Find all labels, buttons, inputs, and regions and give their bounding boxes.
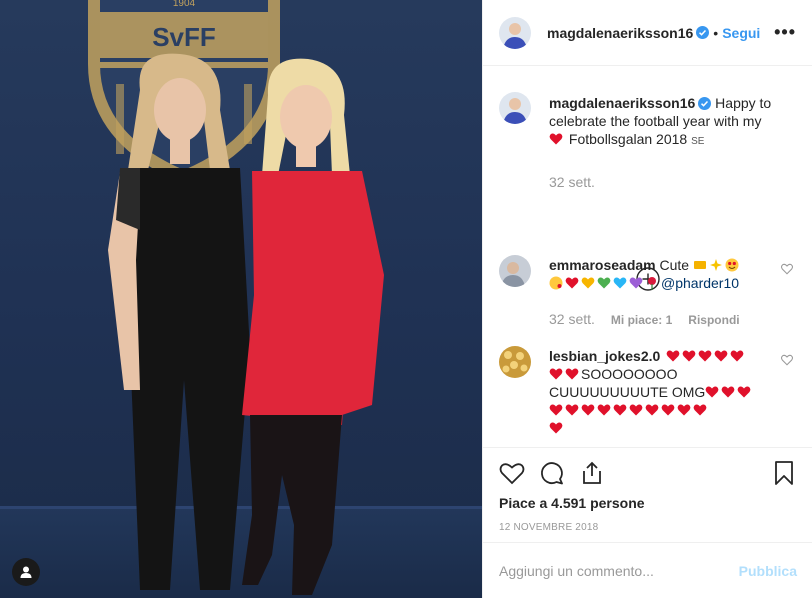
person-right — [242, 58, 384, 595]
rose-emoji-icon — [648, 277, 656, 290]
action-icons — [499, 448, 797, 498]
red-heart-icon — [629, 404, 643, 416]
tag-people-button[interactable] — [12, 558, 40, 586]
comment-avatar[interactable] — [499, 255, 531, 287]
red-heart-icon — [714, 350, 728, 362]
caption: magdalenaeriksson16 Happy to celebrate t… — [499, 92, 797, 191]
post-header: magdalenaeriksson16 • Segui ••• — [483, 0, 812, 66]
kiss-emoji-icon — [549, 276, 563, 290]
comment-item: emmaroseadam Cute @pharder10 32 sett. Mi … — [499, 255, 797, 329]
red-heart-icon — [565, 404, 579, 416]
avatar[interactable] — [499, 16, 531, 49]
verified-badge-icon — [696, 26, 710, 39]
red-heart-icon — [565, 368, 579, 380]
comment-avatar[interactable] — [499, 346, 531, 378]
red-heart-icon — [597, 404, 611, 416]
header-username[interactable]: magdalenaeriksson16 — [547, 25, 693, 41]
red-heart-icon — [549, 133, 563, 145]
purple-heart-icon — [629, 277, 643, 289]
caption-avatar-image — [499, 92, 531, 124]
comment-avatar-image — [499, 346, 531, 378]
sparkle-emoji-icon — [709, 259, 722, 271]
comments-list[interactable]: magdalenaeriksson16 Happy to celebrate t… — [483, 67, 812, 447]
red-heart-icon — [581, 404, 595, 416]
red-heart-icon — [677, 404, 691, 416]
post-photo[interactable]: 1904 SvFF — [0, 0, 482, 598]
red-heart-icon — [666, 350, 680, 362]
heart-row-4 — [549, 402, 709, 418]
sweden-flag-icon: SE — [691, 136, 705, 147]
post-actions: Piace a 4.591 persone 12 NOVEMBRE 2018 — [483, 447, 812, 533]
caption-time[interactable]: 32 sett. — [549, 173, 777, 191]
header-separator: • — [713, 24, 719, 41]
more-options-icon[interactable]: ••• — [774, 22, 796, 43]
comment-text: SOOOOOOOO — [581, 366, 678, 382]
like-heart-icon[interactable] — [499, 460, 525, 486]
red-heart-icon — [549, 368, 563, 380]
red-heart-icon — [730, 350, 744, 362]
like-comment-icon[interactable] — [781, 263, 793, 275]
red-heart-icon — [698, 350, 712, 362]
comment-time[interactable]: 32 sett. — [549, 311, 595, 327]
red-heart-icon — [705, 386, 719, 398]
comment-avatar-image — [499, 255, 531, 287]
follow-button[interactable]: Segui — [722, 25, 760, 41]
crest-text: SvFF — [152, 22, 216, 52]
red-heart-icon — [661, 404, 675, 416]
comment-username[interactable]: lesbian_jokes2.0 — [549, 348, 660, 364]
heart-row-1 — [666, 348, 746, 364]
red-heart-icon — [549, 422, 563, 434]
bookmark-save-icon[interactable] — [771, 460, 797, 486]
comment-likes[interactable]: Mi piace: 1 — [611, 313, 672, 327]
comment-text: Cute — [655, 257, 693, 273]
like-comment-icon[interactable] — [781, 354, 793, 366]
broken-heart-icon — [565, 277, 579, 289]
comment-text-2: CUUUUUUUUUTE OMG — [549, 384, 706, 400]
caption-text-end: Fotbollsgalan 2018 — [565, 131, 692, 147]
red-heart-icon — [737, 386, 751, 398]
red-heart-icon — [645, 404, 659, 416]
add-comment-bar: Pubblica — [483, 542, 812, 598]
heart-eyes-emoji-icon — [725, 258, 739, 272]
red-heart-icon — [693, 404, 707, 416]
post-date[interactable]: 12 NOVEMBRE 2018 — [499, 522, 797, 533]
red-heart-icon — [721, 386, 735, 398]
verified-badge-icon — [698, 97, 712, 110]
crest-year: 1904 — [173, 0, 196, 9]
reply-button[interactable]: Rispondi — [688, 313, 739, 327]
avatar-image — [499, 16, 531, 49]
publish-button[interactable]: Pubblica — [739, 563, 797, 579]
likes-count[interactable]: Piace a 4.591 persone — [499, 495, 797, 511]
comment-input[interactable] — [499, 562, 739, 579]
caption-avatar[interactable] — [499, 92, 531, 124]
yellow-heart-icon — [581, 277, 595, 289]
ticket-emoji-icon — [693, 261, 706, 269]
comment-bubble-icon[interactable] — [539, 460, 565, 486]
green-heart-icon — [597, 277, 611, 289]
blue-heart-icon — [613, 277, 627, 289]
comment-item: lesbian_jokes2.0 SOOOOOOOO CUUUUUUUUUTE … — [499, 346, 797, 437]
share-icon[interactable] — [579, 460, 605, 486]
post-panel: magdalenaeriksson16 • Segui ••• magdalen… — [482, 0, 812, 598]
user-icon — [20, 566, 32, 578]
comment-username[interactable]: emmaroseadam — [549, 257, 656, 273]
caption-username[interactable]: magdalenaeriksson16 — [549, 95, 695, 111]
red-heart-icon — [613, 404, 627, 416]
comment-meta: 32 sett. Mi piace: 1 Rispondi — [549, 310, 777, 329]
comment-mention[interactable]: @pharder10 — [661, 275, 739, 291]
red-heart-icon — [549, 404, 563, 416]
red-heart-icon — [682, 350, 696, 362]
